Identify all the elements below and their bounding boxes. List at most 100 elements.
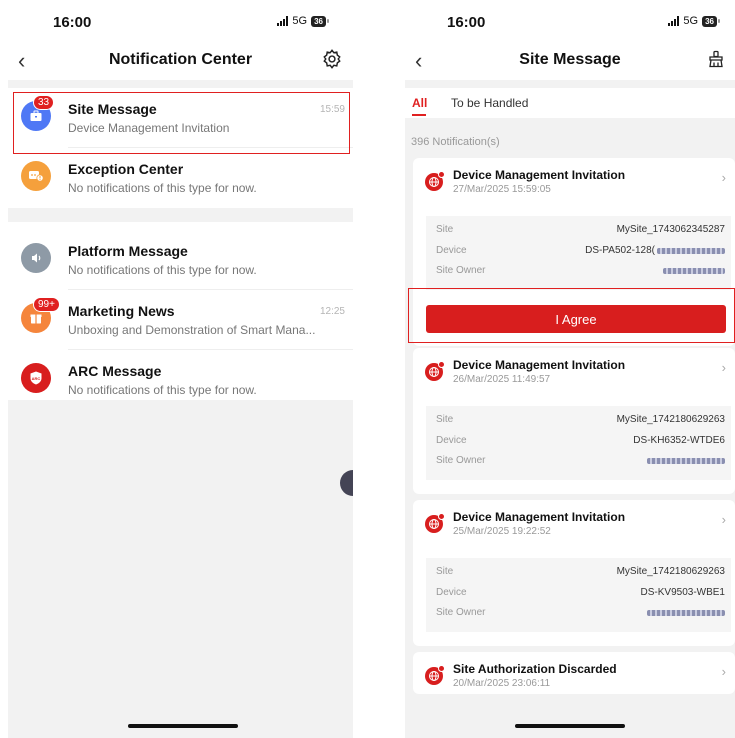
item-subtitle: Unboxing and Demonstration of Smart Mana… <box>68 323 316 337</box>
network-label: 5G <box>292 15 308 27</box>
list-item-marketing-news[interactable]: 99+ Marketing News Unboxing and Demonstr… <box>8 290 353 350</box>
signal-icon <box>277 16 289 26</box>
status-bar: 16:00 5G 36 <box>405 0 735 40</box>
message-date: 27/Mar/2025 15:59:05 <box>453 184 551 195</box>
speaker-icon <box>21 243 51 273</box>
detail-row-device: Device DS-PA502-128( <box>436 245 725 261</box>
details-box: Site MySite_1742180629263 Device DS-KV9503… <box>426 558 731 632</box>
message-date: 25/Mar/2025 19:22:52 <box>453 526 551 537</box>
redacted-owner <box>647 610 725 616</box>
detail-row-device: Device DS-KH6352-WTDE6 <box>436 435 725 451</box>
detail-row-site: Site MySite_1742180629263 <box>436 566 725 582</box>
message-card[interactable]: Site Authorization Discarded 20/Mar/2025… <box>413 652 735 694</box>
message-title: Device Management Invitation <box>453 168 626 182</box>
item-subtitle: No notifications of this type for now. <box>68 181 257 195</box>
detail-label: Site <box>436 224 454 235</box>
redacted-owner <box>663 268 725 274</box>
message-date: 26/Mar/2025 11:49:57 <box>453 374 551 385</box>
message-title: Device Management Invitation <box>453 510 626 524</box>
nav-bar: ‹ Site Message <box>405 40 735 80</box>
agree-button[interactable]: I Agree <box>426 305 726 333</box>
redacted-owner <box>647 458 725 464</box>
detail-row-owner: Site Owner <box>436 265 725 281</box>
notification-group-2: Platform Message No notifications of thi… <box>8 222 353 400</box>
message-title: Device Management Invitation <box>453 358 626 372</box>
battery-icon: 36 <box>311 15 329 27</box>
detail-row-owner: Site Owner <box>436 607 725 623</box>
item-title: ARC Message <box>68 363 162 379</box>
redacted-text <box>657 248 725 254</box>
detail-label: Site Owner <box>436 607 486 618</box>
arc-shield-icon: ARC <box>21 363 51 393</box>
item-title: Marketing News <box>68 303 175 319</box>
detail-value: MySite_1743062345287 <box>616 224 725 235</box>
home-indicator <box>128 724 238 728</box>
tab-underline <box>412 114 426 116</box>
unread-badge: 99+ <box>33 297 60 312</box>
page-title: Notification Center <box>108 51 253 68</box>
status-indicators: 5G 36 <box>277 15 329 27</box>
detail-row-site: Site MySite_1742180629263 <box>436 414 725 430</box>
globe-icon <box>425 361 445 381</box>
status-time: 16:00 <box>447 14 486 31</box>
detail-label: Site Owner <box>436 455 486 466</box>
tab-to-be-handled[interactable]: To be Handled <box>451 96 528 110</box>
detail-value: DS-KH6352-WTDE6 <box>633 435 725 446</box>
status-indicators: 5G 36 <box>668 15 720 27</box>
details-box: Site MySite_1742180629263 Device DS-KH6352… <box>426 406 731 480</box>
chevron-right-icon[interactable]: › <box>722 360 726 375</box>
signal-icon <box>668 16 680 26</box>
status-bar: 16:00 5G 36 <box>8 0 353 40</box>
item-title: Platform Message <box>68 243 188 259</box>
site-message-screen: 16:00 5G 36 ‹ Site Message All To be Han… <box>405 0 735 738</box>
detail-label: Site <box>436 414 454 425</box>
tab-bar: All To be Handled <box>405 88 735 118</box>
list-item-exception-center[interactable]: Exception Center No notifications of thi… <box>8 148 353 208</box>
detail-label: Device <box>436 587 467 598</box>
status-time: 16:00 <box>53 14 92 31</box>
globe-icon <box>425 665 445 685</box>
chevron-right-icon[interactable]: › <box>722 512 726 527</box>
detail-label: Device <box>436 435 467 446</box>
message-card[interactable]: Device Management Invitation 26/Mar/2025… <box>413 348 735 494</box>
chevron-right-icon[interactable]: › <box>722 664 726 679</box>
detail-row-owner: Site Owner <box>436 455 725 471</box>
exception-center-icon <box>21 161 51 191</box>
nav-bar: ‹ Notification Center <box>8 40 353 80</box>
clear-broom-icon[interactable] <box>707 50 725 73</box>
chevron-right-icon[interactable]: › <box>722 170 726 185</box>
details-box: Site MySite_1743062345287 Device DS-PA502-… <box>426 216 731 290</box>
notification-center-screen: 16:00 5G 36 ‹ Notification Center 33 Sit… <box>8 0 353 738</box>
list-item-platform-message[interactable]: Platform Message No notifications of thi… <box>8 230 353 290</box>
detail-value: DS-KV9503-WBE1 <box>640 587 725 598</box>
settings-gear-icon[interactable] <box>321 48 343 75</box>
item-title: Exception Center <box>68 161 184 177</box>
list-item-arc-message[interactable]: ARC ARC Message No notifications of this… <box>8 350 353 410</box>
highlight-box <box>13 92 350 154</box>
notification-count: 396 Notification(s) <box>411 136 500 148</box>
floating-assistant-icon[interactable] <box>340 470 353 496</box>
detail-value: MySite_1742180629263 <box>616 414 725 425</box>
detail-row-site: Site MySite_1743062345287 <box>436 224 725 240</box>
detail-value: MySite_1742180629263 <box>616 566 725 577</box>
globe-icon <box>425 513 445 533</box>
detail-label: Site <box>436 566 454 577</box>
message-title: Site Authorization Discarded <box>453 662 617 676</box>
item-time: 12:25 <box>319 306 345 317</box>
battery-icon: 36 <box>702 15 720 27</box>
message-date: 20/Mar/2025 23:06:11 <box>453 678 551 689</box>
globe-icon <box>425 171 445 191</box>
detail-label: Site Owner <box>436 265 486 276</box>
page-title: Site Message <box>519 51 621 68</box>
tab-all[interactable]: All <box>412 96 427 110</box>
home-indicator <box>515 724 625 728</box>
item-subtitle: No notifications of this type for now. <box>68 263 257 277</box>
detail-row-device: Device DS-KV9503-WBE1 <box>436 587 725 603</box>
item-subtitle: No notifications of this type for now. <box>68 383 257 397</box>
detail-label: Device <box>436 245 467 256</box>
detail-value: DS-PA502-128( <box>585 245 655 256</box>
message-card[interactable]: Device Management Invitation 25/Mar/2025… <box>413 500 735 646</box>
arc-icon-label: ARC <box>32 376 41 381</box>
gift-icon: 99+ <box>21 297 60 333</box>
network-label: 5G <box>683 15 699 27</box>
